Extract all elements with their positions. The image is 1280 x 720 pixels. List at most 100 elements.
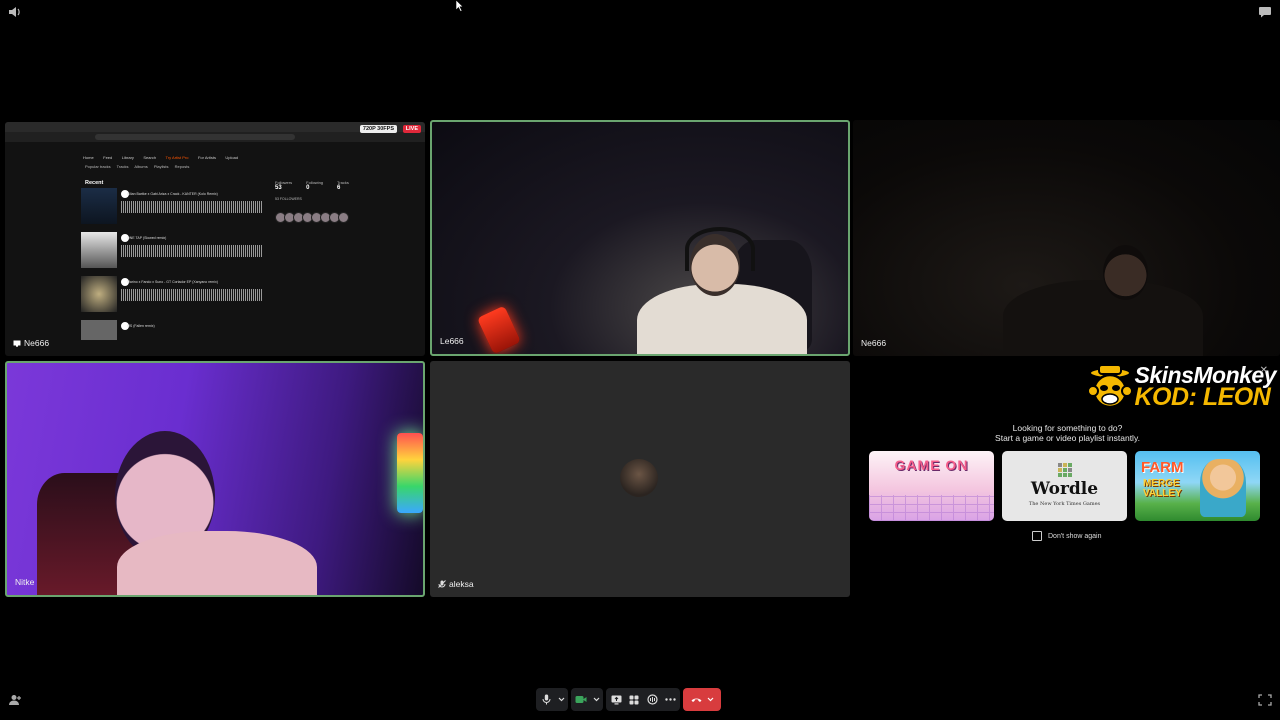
activities-icon — [629, 695, 639, 704]
participant-name: Nitke — [15, 577, 35, 587]
mic-group — [536, 688, 568, 711]
more-button[interactable] — [663, 692, 677, 708]
microphone-button[interactable] — [539, 692, 553, 708]
participant-label: Ne666 — [861, 338, 886, 348]
microphone-icon — [542, 694, 550, 705]
activity-card-gartic-phone[interactable]: GAME ON — [869, 451, 994, 521]
tab: Tracks — [116, 164, 129, 169]
mouse-cursor-icon — [456, 0, 464, 12]
video-tile-nitke[interactable]: Nitke — [5, 361, 425, 597]
track-title: Kilian Bartke x Gabi Ariza x Crack - KAN… — [127, 192, 218, 196]
stat-value: 0 — [306, 185, 310, 191]
nav-item: Home — [83, 155, 94, 160]
monkey-logo-icon — [1086, 364, 1133, 409]
activity-cards: GAME ON Wordle The New York Times Games … — [869, 451, 1260, 521]
add-person-icon[interactable] — [8, 694, 22, 706]
camera-options-button[interactable] — [592, 692, 600, 708]
profile-stats: Followers 53 Following 0 Tracks 6 53 FOLLOW… — [275, 180, 349, 201]
live-badge: LIVE — [402, 125, 421, 133]
more-icon — [664, 698, 676, 701]
chevron-down-icon — [558, 697, 564, 702]
browser-address-bar — [5, 132, 425, 142]
nav-item: Feed — [103, 155, 113, 160]
call-controls — [536, 688, 721, 711]
activity-card-wordle[interactable]: Wordle The New York Times Games — [1002, 451, 1127, 521]
camera-button[interactable] — [574, 692, 588, 708]
person-body — [637, 284, 807, 354]
participant-label: Ne666 — [13, 338, 49, 348]
video-tile-ne666[interactable]: Ne666 — [853, 120, 1280, 356]
followers-label: 53 FOLLOWERS — [275, 197, 302, 201]
screen-share-tile[interactable]: 720P 30FPS LIVE Home Feed Library Search… — [5, 122, 425, 356]
nav-item: Try Artist Pro — [165, 155, 189, 160]
screen-share-button[interactable] — [609, 692, 623, 708]
camera-group — [571, 688, 603, 711]
camera-icon — [575, 696, 587, 703]
dont-show-again[interactable]: Don't show again — [1032, 531, 1101, 541]
stat-value: 53 — [275, 185, 282, 191]
waveform — [121, 201, 263, 213]
dont-show-label: Don't show again — [1048, 532, 1102, 540]
chat-icon[interactable] — [1258, 6, 1272, 18]
track-artwork — [81, 232, 117, 268]
tab: Playlists — [153, 164, 169, 169]
activity-launcher-panel: SkinsMonkey KOD: LEON ✕ Looking for some… — [855, 361, 1280, 597]
rgb-light — [397, 433, 423, 513]
skinsmonkey-overlay: SkinsMonkey KOD: LEON — [1085, 363, 1276, 411]
track-row: MS (Fallen remix) — [81, 320, 265, 340]
track-row: Marino x Fando x Suno - GT Cortador EP (… — [81, 276, 265, 314]
track-row: ONE TAP (Slowed remix) — [81, 232, 265, 270]
track-artwork — [81, 276, 117, 312]
follower-avatars — [275, 212, 349, 223]
screen-share-icon — [13, 340, 21, 347]
chevron-down-icon — [593, 697, 599, 702]
disconnect-button[interactable] — [683, 688, 721, 711]
nav-item: Library — [121, 155, 134, 160]
tab: Popular tracks — [85, 164, 111, 169]
action-group — [606, 688, 680, 711]
participant-name: aleksa — [449, 579, 474, 589]
screen-share-icon — [611, 695, 621, 704]
card-art-text: GAME ON — [894, 457, 969, 473]
stat-value: 6 — [337, 185, 341, 191]
speaker-icon[interactable] — [8, 6, 22, 18]
mic-options-button[interactable] — [557, 692, 565, 708]
profile-tabs: Popular tracks Tracks Albums Playlists R… — [85, 164, 194, 169]
recent-heading: Recent — [85, 180, 104, 186]
person-body — [1003, 280, 1203, 356]
tab: Albums — [134, 164, 148, 169]
tab: Reposts — [174, 164, 190, 169]
track-title: Marino x Fando x Suno - GT Cortador EP (… — [127, 280, 218, 284]
video-tile-aleksa[interactable]: aleksa — [430, 361, 850, 597]
promo-code: KOD: LEON — [1134, 383, 1271, 411]
track-artwork — [81, 320, 117, 340]
nav-item: Upload — [225, 155, 239, 160]
close-icon[interactable]: ✕ — [1260, 365, 1268, 376]
participant-name: Ne666 — [861, 338, 887, 348]
prompt-line: Start a game or video playlist instantly… — [995, 433, 1140, 443]
activity-card-farm-merge-valley[interactable]: FARM MERGE VALLEY — [1135, 451, 1260, 521]
chevron-down-icon[interactable] — [707, 697, 714, 702]
card-subtitle: The New York Times Games — [1028, 501, 1101, 507]
person-head — [1103, 245, 1148, 300]
fullscreen-icon[interactable] — [1258, 694, 1272, 706]
dont-show-checkbox[interactable] — [1032, 531, 1042, 541]
card-art-text: MERGE VALLEY — [1143, 478, 1182, 499]
hangup-icon — [691, 697, 701, 702]
card-art — [869, 495, 994, 521]
video-tile-le666[interactable]: Le666 — [430, 120, 850, 356]
card-title: Wordle — [1030, 479, 1099, 499]
card-art — [1200, 459, 1246, 517]
nav-item: For Artists — [197, 155, 216, 160]
activity-prompt: Looking for something to do? Start a gam… — [855, 423, 1280, 443]
activities-button[interactable] — [627, 692, 641, 708]
track-row: Kilian Bartke x Gabi Ariza x Crack - KAN… — [81, 188, 265, 226]
red-lamp — [476, 305, 522, 354]
soundboard-button[interactable] — [645, 692, 659, 708]
avatar — [620, 459, 658, 497]
stream-quality-badge: 720P 30FPS — [359, 125, 397, 133]
track-title: ONE TAP (Slowed remix) — [127, 236, 167, 240]
wordle-grid-icon — [1058, 463, 1072, 477]
waveform — [121, 245, 263, 257]
participant-label: Nitke — [15, 577, 34, 587]
